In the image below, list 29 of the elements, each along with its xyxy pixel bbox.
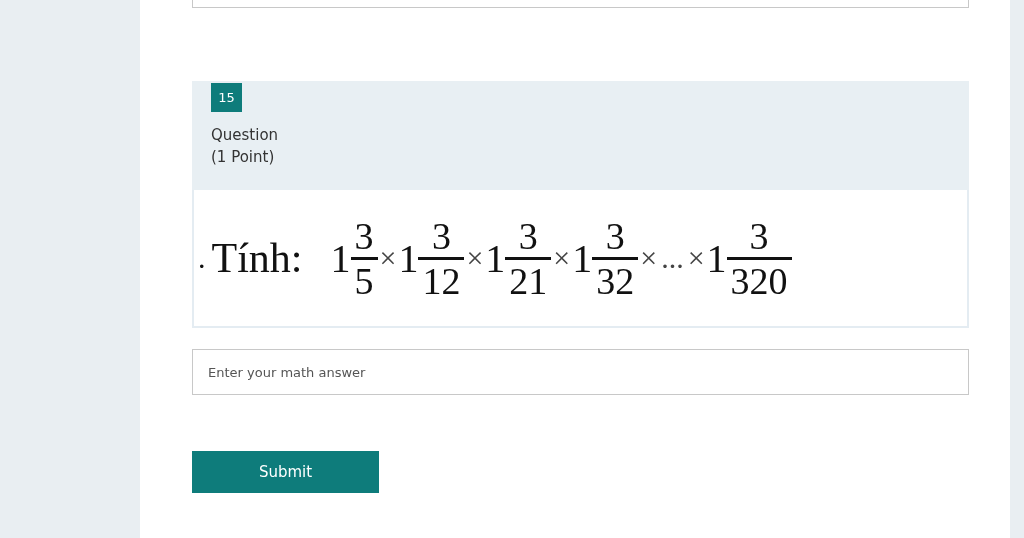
numerator: 3 [748, 214, 770, 257]
whole-number: 1 [330, 234, 351, 282]
math-operator: × [640, 241, 658, 275]
math-operator: × [379, 241, 397, 275]
numerator: 3 [353, 214, 375, 257]
math-operator: ... [661, 241, 684, 275]
denominator: 12 [418, 256, 465, 302]
question-points: (1 Point) [211, 147, 275, 168]
denominator: 320 [726, 256, 792, 302]
whole-number: 1 [398, 234, 419, 282]
whole-number: 1 [485, 234, 506, 282]
whole-number: 1 [572, 234, 593, 282]
question-title: Question [211, 125, 279, 146]
whole-number: 1 [706, 234, 727, 282]
answer-field[interactable]: Enter your math answer [192, 349, 969, 395]
math-operator: × [687, 241, 705, 275]
math-operator: × [466, 241, 484, 275]
denominator: 32 [592, 256, 639, 302]
question-number: 15 [211, 83, 242, 112]
numerator: 3 [604, 214, 626, 257]
math-operator: × [553, 241, 571, 275]
numerator: 3 [430, 214, 452, 257]
numerator: 3 [517, 214, 539, 257]
input-field[interactable] [192, 0, 969, 8]
submit-button[interactable]: Submit [192, 451, 379, 493]
denominator: 5 [350, 256, 378, 302]
denominator: 21 [505, 256, 552, 302]
math-label: . [198, 241, 206, 275]
math-label: Tính: [211, 234, 303, 282]
